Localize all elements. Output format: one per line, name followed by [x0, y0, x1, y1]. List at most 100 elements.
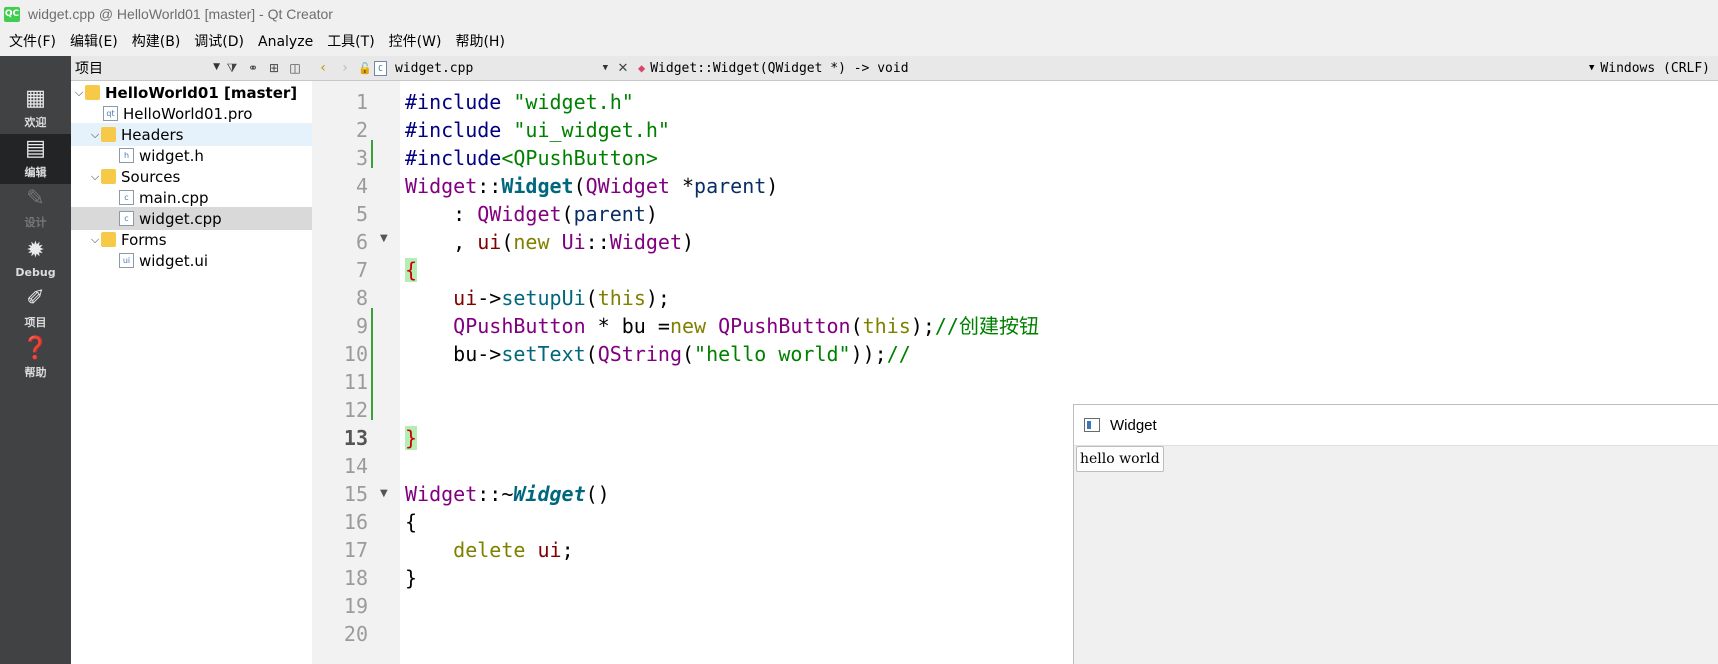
code-token: "widget.h" — [513, 90, 634, 114]
header-file-icon: h — [119, 148, 134, 163]
line-number: 9 — [355, 314, 368, 338]
menu-file[interactable]: 文件(F) — [0, 28, 63, 56]
mode-design[interactable]: ✎ 设计 — [0, 184, 71, 234]
menu-bar: 文件(F) 编辑(E) 构建(B) 调试(D) Analyze 工具(T) 控件… — [0, 28, 1718, 56]
code-token: :: — [477, 174, 502, 198]
chevron-down-icon[interactable]: ⌵ — [89, 233, 101, 247]
code-token: #include — [405, 90, 514, 114]
mode-projects[interactable]: ✐ 项目 — [0, 284, 71, 334]
ui-file-icon: ui — [119, 253, 134, 268]
code-token: ) — [645, 202, 658, 226]
tree-item-pro-file[interactable]: qt HelloWorld01.pro — [71, 102, 344, 125]
tree-item-label: Forms — [121, 230, 167, 249]
menu-edit[interactable]: 编辑(E) — [63, 28, 125, 56]
menu-build[interactable]: 构建(B) — [125, 28, 188, 56]
mode-help[interactable]: ❓ 帮助 — [0, 334, 71, 384]
link-icon[interactable]: ⚭ — [244, 59, 262, 77]
change-marker — [371, 308, 373, 420]
back-icon[interactable]: ‹ — [312, 60, 334, 76]
mode-edit[interactable]: ▤ 编辑 — [0, 134, 71, 184]
line-number: 2 — [355, 118, 368, 142]
mode-debug[interactable]: ✹ Debug — [0, 234, 71, 284]
split-icon[interactable]: ⊞ — [265, 59, 283, 77]
pencil-icon: ✎ — [26, 186, 45, 211]
code-token: QWidget — [477, 202, 562, 226]
menu-analyze[interactable]: Analyze — [251, 28, 320, 56]
menu-debug[interactable]: 调试(D) — [187, 28, 251, 56]
code-token: Widget — [609, 230, 682, 254]
close-document-icon[interactable]: ✕ — [614, 61, 632, 76]
headers-folder-icon — [101, 127, 116, 142]
line-number: 16 — [343, 510, 368, 534]
grid-icon: ▦ — [25, 86, 46, 111]
code-token: * — [669, 174, 695, 198]
hello-world-button[interactable]: hello world — [1076, 446, 1164, 472]
widget-window-titlebar[interactable]: Widget — [1074, 405, 1718, 446]
cpp-file-icon: C — [374, 60, 387, 76]
code-token: ( — [585, 286, 598, 310]
tree-item-headers[interactable]: ⌵ Headers — [71, 123, 312, 146]
code-token: = — [645, 314, 670, 338]
code-token: ( — [682, 342, 695, 366]
code-token: QPushButton — [453, 314, 586, 338]
line-number: 10 — [343, 342, 368, 366]
folder-icon — [85, 85, 100, 100]
open-documents-combo[interactable]: C widget.cpp ▼ — [374, 60, 614, 76]
filter-icon[interactable]: ⧩ — [223, 59, 241, 77]
line-number: 8 — [355, 286, 368, 310]
symbol-combo[interactable]: ◆ Widget::Widget(QWidget *) -> void — [638, 61, 909, 76]
menu-widgets[interactable]: 控件(W) — [382, 28, 449, 56]
code-line: bu->setText(QString("hello world"));// — [405, 340, 911, 368]
current-file-name: widget.cpp — [395, 60, 474, 76]
project-view-label: 项目 — [75, 61, 103, 77]
mode-label: 欢迎 — [24, 116, 47, 129]
menu-tools[interactable]: 工具(T) — [320, 28, 381, 56]
code-token: , — [405, 230, 478, 254]
tree-item-forms[interactable]: ⌵ Forms — [71, 228, 330, 251]
line-number: 1 — [355, 90, 368, 114]
line-number: 12 — [343, 398, 368, 422]
fold-marker-icon[interactable]: ▼ — [380, 488, 388, 499]
code-token: Widget — [501, 174, 574, 198]
chevron-down-icon[interactable]: ⌵ — [89, 170, 101, 184]
code-line: Widget::~Widget() — [405, 480, 610, 508]
line-endings-combo[interactable]: ▼ Windows (CRLF) — [1589, 56, 1710, 80]
fold-marker-icon[interactable]: ▼ — [380, 233, 388, 244]
tree-item-project-root[interactable]: ⌵ HelloWorld01 [master] — [71, 81, 314, 104]
tree-item-widget-cpp[interactable]: c widget.cpp — [71, 207, 312, 230]
code-token: Widget — [405, 174, 478, 198]
code-token: ); — [910, 314, 935, 338]
chevron-down-icon[interactable]: ⌵ — [73, 86, 85, 100]
close-panel-icon[interactable]: ◫ — [286, 59, 304, 77]
code-token: setupUi — [501, 286, 586, 310]
line-number: 6 — [355, 230, 368, 254]
tree-item-sources[interactable]: ⌵ Sources — [71, 165, 330, 188]
code-line: , ui(new Ui::Widget) — [405, 228, 694, 256]
tree-item-label: Sources — [121, 167, 181, 186]
code-token: ( — [501, 230, 514, 254]
widget-app-window[interactable]: Widget hello world — [1073, 404, 1718, 664]
code-token: ) — [682, 230, 695, 254]
code-token: -> — [477, 342, 502, 366]
code-token: -> — [477, 286, 502, 310]
code-token: parent — [573, 202, 646, 226]
line-number: 19 — [343, 594, 368, 618]
mode-welcome[interactable]: ▦ 欢迎 — [0, 84, 71, 134]
mode-label: 帮助 — [24, 366, 47, 379]
code-line: { — [405, 256, 418, 284]
code-token: ( — [585, 342, 598, 366]
chevron-down-icon[interactable]: ⌵ — [89, 128, 101, 142]
project-view-select[interactable]: 项目 ▼ — [75, 58, 220, 78]
line-number: 7 — [355, 258, 368, 282]
code-token: Widget — [405, 482, 478, 506]
widget-window-title: Widget — [1110, 416, 1157, 434]
code-token: )); — [850, 342, 887, 366]
code-token: delete — [453, 538, 526, 562]
edit-doc-icon: ▤ — [25, 136, 46, 161]
menu-help[interactable]: 帮助(H) — [448, 28, 511, 56]
code-token: ); — [645, 286, 670, 310]
forward-icon[interactable]: › — [334, 60, 356, 76]
code-token: * — [585, 314, 622, 338]
